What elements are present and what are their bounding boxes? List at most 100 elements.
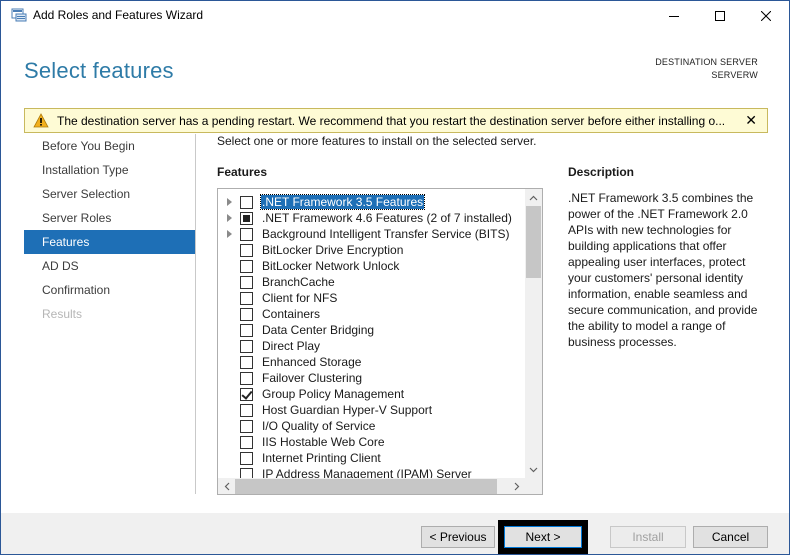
feature-row[interactable]: .NET Framework 4.6 Features (2 of 7 inst…	[218, 210, 525, 226]
feature-checkbox[interactable]	[240, 356, 253, 369]
feature-label[interactable]: Host Guardian Hyper-V Support	[261, 403, 433, 417]
warning-message: The destination server has a pending res…	[57, 114, 726, 128]
dismiss-warning-button[interactable]: ✕	[745, 112, 757, 129]
feature-row[interactable]: Client for NFS	[218, 290, 525, 306]
feature-checkbox[interactable]	[240, 436, 253, 449]
vertical-scroll-thumb[interactable]	[526, 206, 541, 278]
feature-checkbox[interactable]	[240, 260, 253, 273]
nav-item-ad-ds[interactable]: AD DS	[24, 254, 195, 278]
feature-checkbox[interactable]	[240, 212, 253, 225]
cancel-button[interactable]: Cancel	[693, 526, 768, 548]
feature-label[interactable]: IIS Hostable Web Core	[261, 435, 386, 449]
nav-item-features[interactable]: Features	[24, 230, 195, 254]
expand-arrow-icon[interactable]	[227, 198, 232, 206]
nav-item-server-roles[interactable]: Server Roles	[24, 206, 195, 230]
previous-button[interactable]: < Previous	[421, 526, 495, 548]
description-text: .NET Framework 3.5 combines the power of…	[568, 191, 758, 349]
destination-server-info: DESTINATION SERVER SERVERW	[655, 56, 758, 82]
destination-server-label: DESTINATION SERVER	[655, 57, 758, 67]
feature-label[interactable]: Containers	[261, 307, 321, 321]
feature-row[interactable]: Direct Play	[218, 338, 525, 354]
wizard-window: Add Roles and Features Wizard Select fea…	[0, 0, 790, 555]
feature-checkbox[interactable]	[240, 420, 253, 433]
feature-row[interactable]: .NET Framework 3.5 Features	[218, 194, 525, 210]
feature-label[interactable]: BranchCache	[261, 275, 336, 289]
next-button[interactable]: Next >	[504, 526, 582, 548]
feature-row[interactable]: BranchCache	[218, 274, 525, 290]
feature-row[interactable]: I/O Quality of Service	[218, 418, 525, 434]
scroll-right-button[interactable]	[508, 478, 525, 494]
feature-label[interactable]: Internet Printing Client	[261, 451, 382, 465]
feature-checkbox[interactable]	[240, 340, 253, 353]
feature-label[interactable]: BitLocker Drive Encryption	[261, 243, 404, 257]
feature-checkbox[interactable]	[240, 276, 253, 289]
minimize-button[interactable]	[651, 1, 697, 31]
scroll-left-button[interactable]	[218, 478, 235, 494]
horizontal-scroll-thumb[interactable]	[235, 479, 497, 494]
destination-server-name: SERVERW	[711, 70, 758, 80]
pending-restart-warning: The destination server has a pending res…	[24, 108, 768, 133]
nav-item-confirmation[interactable]: Confirmation	[24, 278, 195, 302]
scroll-up-button[interactable]	[525, 189, 542, 206]
feature-checkbox[interactable]	[240, 324, 253, 337]
feature-label[interactable]: Failover Clustering	[261, 371, 363, 385]
feature-checkbox[interactable]	[240, 404, 253, 417]
scroll-down-button[interactable]	[525, 461, 542, 478]
maximize-icon	[715, 11, 725, 21]
features-list[interactable]: .NET Framework 3.5 Features .NET Framewor…	[217, 188, 543, 495]
close-button[interactable]	[743, 1, 789, 31]
feature-row[interactable]: BitLocker Drive Encryption	[218, 242, 525, 258]
feature-checkbox[interactable]	[240, 196, 253, 209]
scrollbar-corner	[525, 478, 542, 494]
feature-label[interactable]: BitLocker Network Unlock	[261, 259, 400, 273]
maximize-button[interactable]	[697, 1, 743, 31]
feature-row[interactable]: Host Guardian Hyper-V Support	[218, 402, 525, 418]
horizontal-scrollbar[interactable]	[218, 478, 525, 494]
expand-arrow-icon[interactable]	[227, 214, 232, 222]
feature-checkbox[interactable]	[240, 244, 253, 257]
feature-row[interactable]: Failover Clustering	[218, 370, 525, 386]
features-heading: Features	[217, 165, 268, 179]
feature-row[interactable]: IIS Hostable Web Core	[218, 434, 525, 450]
page-title: Select features	[24, 58, 174, 83]
chevron-right-icon	[514, 482, 519, 491]
feature-label[interactable]: I/O Quality of Service	[261, 419, 376, 433]
wizard-header: Select features DESTINATION SERVER SERVE…	[1, 31, 789, 107]
feature-row[interactable]: Background Intelligent Transfer Service …	[218, 226, 525, 242]
feature-checkbox[interactable]	[240, 388, 253, 401]
nav-item-installation-type[interactable]: Installation Type	[24, 158, 195, 182]
feature-checkbox[interactable]	[240, 372, 253, 385]
feature-checkbox[interactable]	[240, 452, 253, 465]
feature-checkbox[interactable]	[240, 228, 253, 241]
feature-label[interactable]: Group Policy Management	[261, 387, 405, 401]
feature-label[interactable]: Direct Play	[261, 339, 321, 353]
expand-arrow-icon[interactable]	[227, 230, 232, 238]
feature-row[interactable]: Enhanced Storage	[218, 354, 525, 370]
feature-label[interactable]: Background Intelligent Transfer Service …	[261, 227, 510, 241]
nav-item-results: Results	[42, 307, 83, 321]
description-heading: Description	[568, 165, 635, 179]
features-list-rows: .NET Framework 3.5 Features .NET Framewor…	[218, 194, 525, 479]
chevron-up-icon	[529, 195, 538, 200]
nav-item-before-you-begin[interactable]: Before You Begin	[24, 134, 195, 158]
feature-checkbox[interactable]	[240, 292, 253, 305]
feature-row[interactable]: BitLocker Network Unlock	[218, 258, 525, 274]
vertical-scrollbar[interactable]	[525, 189, 542, 478]
install-button[interactable]: Install	[610, 526, 686, 548]
feature-label[interactable]: .NET Framework 3.5 Features	[259, 194, 426, 210]
feature-label[interactable]: Data Center Bridging	[261, 323, 375, 337]
feature-checkbox[interactable]	[240, 308, 253, 321]
nav-item-server-selection[interactable]: Server Selection	[24, 182, 195, 206]
title-bar[interactable]: Add Roles and Features Wizard	[1, 1, 789, 31]
wizard-steps-nav: Before You Begin Installation Type Serve…	[24, 134, 196, 494]
feature-label[interactable]: Enhanced Storage	[261, 355, 362, 369]
feature-row[interactable]: Internet Printing Client	[218, 450, 525, 466]
feature-row[interactable]: Group Policy Management	[218, 386, 525, 402]
close-icon	[761, 11, 771, 21]
feature-row[interactable]: Containers	[218, 306, 525, 322]
feature-row[interactable]: Data Center Bridging	[218, 322, 525, 338]
window-title: Add Roles and Features Wizard	[33, 8, 204, 22]
instruction-text: Select one or more features to install o…	[217, 134, 537, 148]
feature-label[interactable]: Client for NFS	[261, 291, 338, 305]
feature-label[interactable]: .NET Framework 4.6 Features (2 of 7 inst…	[261, 211, 513, 225]
